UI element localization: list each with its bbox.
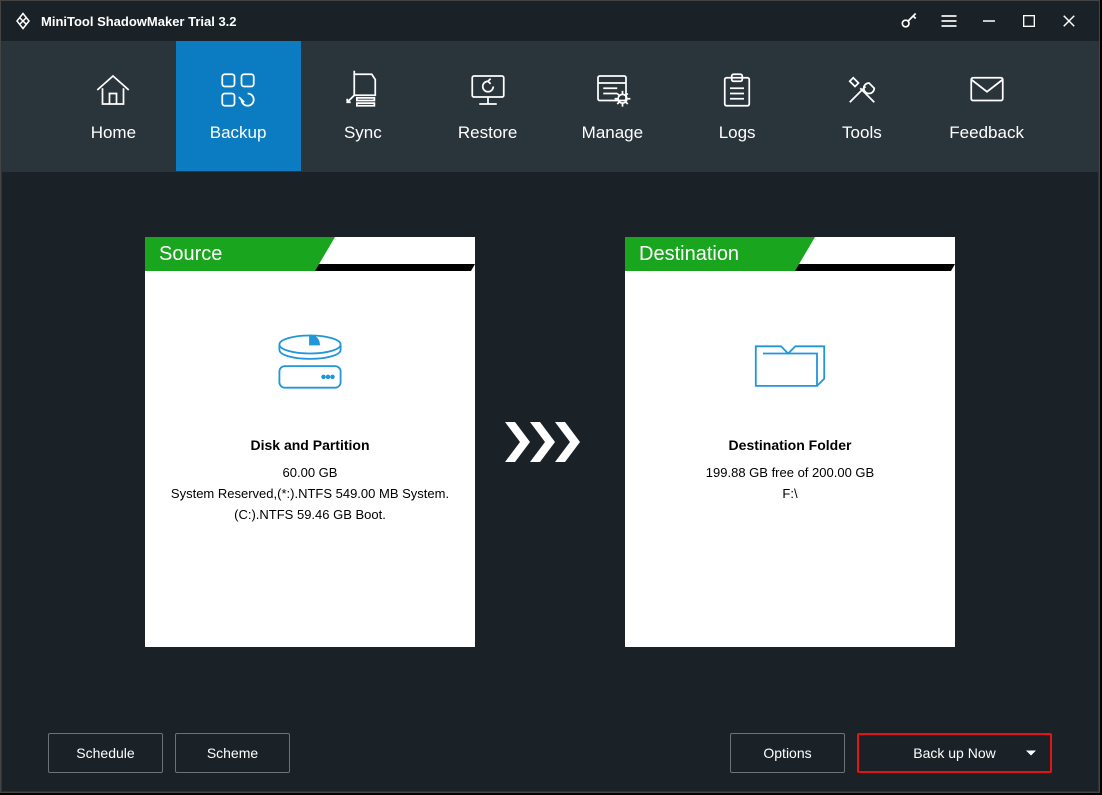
- tab-label: Tools: [842, 123, 882, 143]
- home-icon: [92, 69, 134, 111]
- tab-label: Restore: [458, 123, 518, 143]
- main-nav: Home Backup Sync Restore Manage: [1, 41, 1099, 171]
- source-detail1: System Reserved,(*:).NTFS 549.00 MB Syst…: [145, 486, 475, 501]
- backup-now-label: Back up Now: [913, 745, 995, 761]
- tab-feedback[interactable]: Feedback: [924, 41, 1049, 171]
- tab-label: Sync: [344, 123, 382, 143]
- folder-icon: [625, 307, 955, 417]
- destination-title: Destination Folder: [625, 437, 955, 453]
- source-header: Source: [145, 237, 315, 271]
- destination-path: F:\: [625, 486, 955, 501]
- tab-manage[interactable]: Manage: [550, 41, 675, 171]
- tab-backup[interactable]: Backup: [176, 41, 301, 171]
- tab-label: Feedback: [949, 123, 1024, 143]
- main-area: Source Disk and Partition: [1, 171, 1099, 792]
- titlebar: MiniTool ShadowMaker Trial 3.2: [1, 1, 1099, 41]
- destination-free: 199.88 GB free of 200.00 GB: [625, 465, 955, 480]
- source-panel[interactable]: Source Disk and Partition: [145, 237, 475, 647]
- bottom-bar: Schedule Scheme Options Back up Now: [2, 733, 1098, 773]
- scheme-button[interactable]: Scheme: [175, 733, 290, 773]
- tab-sync[interactable]: Sync: [301, 41, 426, 171]
- arrows-icon: [505, 422, 595, 462]
- sync-icon: [342, 69, 384, 111]
- app-logo-icon: [13, 11, 33, 31]
- backup-icon: [217, 69, 259, 111]
- destination-header: Destination: [625, 237, 795, 271]
- tools-icon: [841, 69, 883, 111]
- schedule-button[interactable]: Schedule: [48, 733, 163, 773]
- logs-icon: [716, 69, 758, 111]
- disk-icon: [145, 307, 475, 417]
- tab-tools[interactable]: Tools: [800, 41, 925, 171]
- source-title: Disk and Partition: [145, 437, 475, 453]
- restore-icon: [467, 69, 509, 111]
- tab-restore[interactable]: Restore: [425, 41, 550, 171]
- window-title: MiniTool ShadowMaker Trial 3.2: [41, 14, 891, 29]
- dropdown-caret-icon: [1026, 751, 1036, 756]
- feedback-icon: [966, 69, 1008, 111]
- tab-label: Logs: [719, 123, 756, 143]
- minimize-icon[interactable]: [979, 11, 999, 31]
- tab-home[interactable]: Home: [51, 41, 176, 171]
- manage-icon: [591, 69, 633, 111]
- menu-icon[interactable]: [939, 11, 959, 31]
- source-detail2: (C:).NTFS 59.46 GB Boot.: [145, 507, 475, 522]
- key-icon[interactable]: [899, 11, 919, 31]
- options-button[interactable]: Options: [730, 733, 845, 773]
- backup-now-button[interactable]: Back up Now: [857, 733, 1052, 773]
- tab-label: Manage: [582, 123, 643, 143]
- source-size: 60.00 GB: [145, 465, 475, 480]
- close-icon[interactable]: [1059, 11, 1079, 31]
- destination-panel[interactable]: Destination Destination Folder 199.88 GB…: [625, 237, 955, 647]
- tab-logs[interactable]: Logs: [675, 41, 800, 171]
- maximize-icon[interactable]: [1019, 11, 1039, 31]
- tab-label: Backup: [210, 123, 267, 143]
- tab-label: Home: [91, 123, 136, 143]
